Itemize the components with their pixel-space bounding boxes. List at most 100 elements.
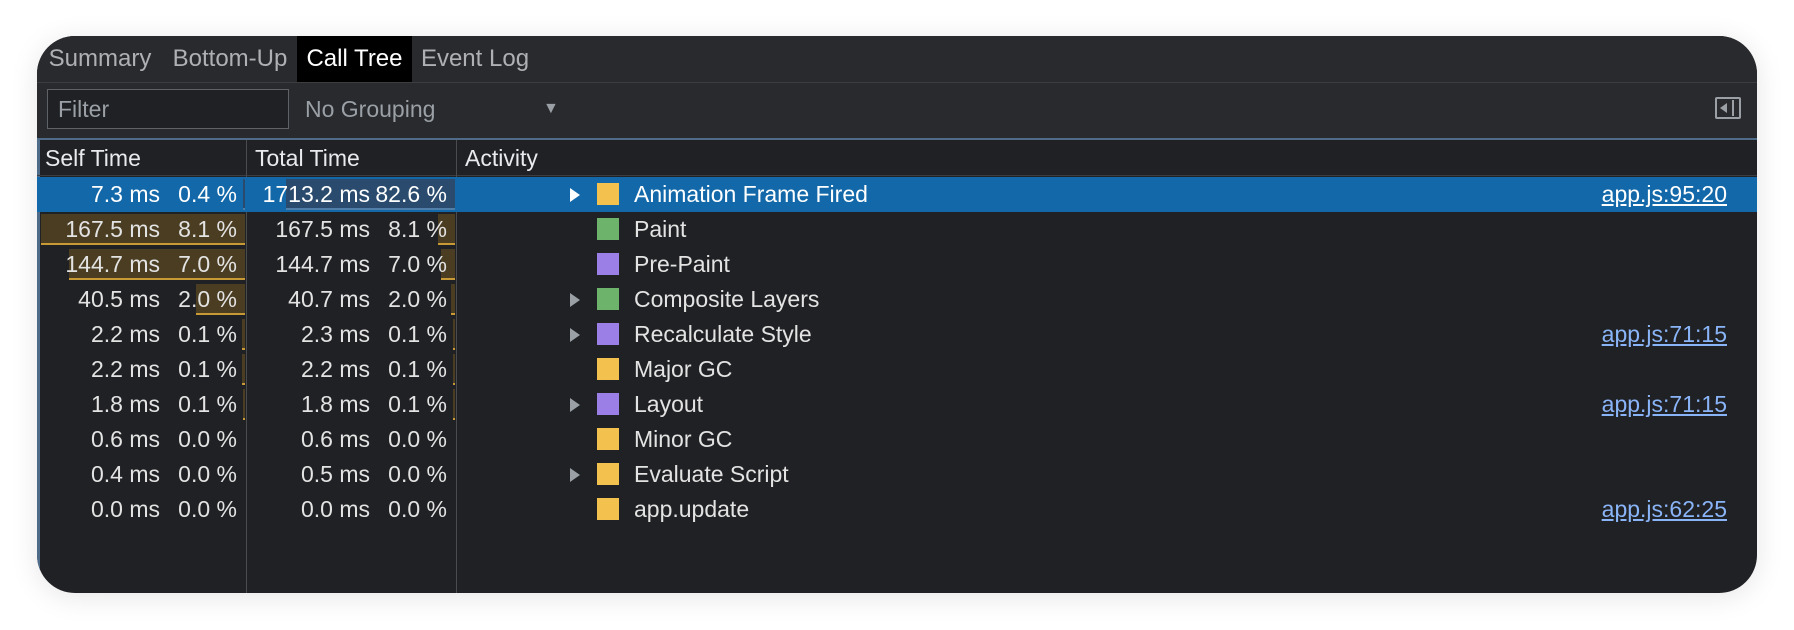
table-row[interactable]: 167.5 ms 8.1 % 167.5 ms 8.1 % Paint [37, 212, 1757, 247]
self-time-percent: 0.0 % [178, 496, 237, 522]
self-time-ms: 167.5 ms [65, 216, 160, 242]
total-time-ms: 1713.2 ms [262, 181, 370, 207]
column-header-activity[interactable]: Activity [457, 140, 1757, 176]
category-color-swatch [597, 428, 619, 450]
total-time-percent: 7.0 % [388, 251, 447, 277]
total-time-percent: 0.0 % [388, 461, 447, 487]
self-time-ms: 7.3 ms [90, 181, 160, 207]
category-color-swatch [597, 183, 619, 205]
self-time-ms: 2.2 ms [90, 356, 160, 382]
table-row[interactable]: 0.0 ms 0.0 % 0.0 ms 0.0 % app.update app.js:6… [37, 492, 1757, 527]
self-time-ms: 1.8 ms [90, 391, 160, 417]
toolbar: No Grouping ▼ [37, 83, 1757, 140]
total-time-heat-bar [453, 319, 455, 350]
category-color-swatch [597, 323, 619, 345]
self-time-percent: 0.1 % [178, 356, 237, 382]
self-time-ms: 2.2 ms [90, 321, 160, 347]
call-tree-panel: Summary Bottom-Up Call Tree Event Log No… [37, 36, 1757, 593]
filter-input[interactable] [47, 89, 289, 129]
self-time-percent: 8.1 % [178, 216, 237, 242]
table-row[interactable]: 0.4 ms 0.0 % 0.5 ms 0.0 % Evaluate Script [37, 457, 1757, 492]
total-time-heat-bar [453, 354, 455, 385]
total-time-percent: 0.1 % [388, 391, 447, 417]
total-time-percent: 0.0 % [388, 426, 447, 452]
grouping-select[interactable]: No Grouping ▼ [305, 89, 595, 129]
table-row[interactable]: 7.3 ms 0.4 % 1713.2 ms 82.6 % Animation Fram… [37, 177, 1757, 212]
total-time-ms: 167.5 ms [275, 216, 370, 242]
total-time-heat-bar [453, 389, 455, 420]
column-header-total-time[interactable]: Total Time [247, 140, 456, 176]
tab-summary[interactable]: Summary [37, 36, 163, 82]
activity-name: Recalculate Style [634, 321, 812, 347]
tab-event-log[interactable]: Event Log [412, 36, 538, 82]
category-color-swatch [597, 498, 619, 520]
sidebar-toggle-icon[interactable] [1715, 97, 1741, 119]
category-color-swatch [597, 393, 619, 415]
category-color-swatch [597, 253, 619, 275]
total-time-ms: 0.0 ms [300, 496, 370, 522]
total-time-ms: 144.7 ms [275, 251, 370, 277]
self-time-percent: 0.1 % [178, 391, 237, 417]
tab-bar: Summary Bottom-Up Call Tree Event Log [37, 36, 1757, 83]
activity-name: Layout [634, 391, 704, 417]
source-link[interactable]: app.js:71:15 [1602, 387, 1727, 422]
self-time-heat-bar [243, 179, 245, 210]
activity-name: Paint [634, 216, 687, 242]
grouping-label: No Grouping [305, 96, 436, 122]
tab-bottom-up[interactable]: Bottom-Up [163, 36, 297, 82]
total-time-ms: 0.5 ms [300, 461, 370, 487]
expand-triangle-icon[interactable] [570, 293, 580, 307]
activity-name: Minor GC [634, 426, 733, 452]
activity-name: app.update [634, 496, 750, 522]
total-time-percent: 8.1 % [388, 216, 447, 242]
source-link[interactable]: app.js:95:20 [1602, 177, 1727, 212]
table-row[interactable]: 2.2 ms 0.1 % 2.2 ms 0.1 % Major GC [37, 352, 1757, 387]
activity-name: Major GC [634, 356, 733, 382]
total-time-ms: 2.2 ms [300, 356, 370, 382]
self-time-percent: 0.1 % [178, 321, 237, 347]
self-time-percent: 0.0 % [178, 461, 237, 487]
self-time-percent: 2.0 % [178, 286, 237, 312]
activity-name: Composite Layers [634, 286, 820, 312]
source-link[interactable]: app.js:62:25 [1602, 492, 1727, 527]
total-time-ms: 0.6 ms [300, 426, 370, 452]
expand-triangle-icon[interactable] [570, 188, 580, 202]
activity-name: Animation Frame Fired [634, 181, 868, 207]
table-row[interactable]: 144.7 ms 7.0 % 144.7 ms 7.0 % Pre-Paint [37, 247, 1757, 282]
tab-call-tree[interactable]: Call Tree [297, 36, 412, 82]
expand-triangle-icon[interactable] [570, 328, 580, 342]
self-time-heat-bar [242, 354, 245, 385]
column-header-self-time[interactable]: Self Time [37, 140, 246, 176]
self-time-ms: 40.5 ms [78, 286, 160, 312]
total-time-percent: 0.1 % [388, 321, 447, 347]
self-time-heat-bar [243, 389, 245, 420]
total-time-percent: 2.0 % [388, 286, 447, 312]
category-color-swatch [597, 288, 619, 310]
total-time-ms: 2.3 ms [300, 321, 370, 347]
activity-name: Evaluate Script [634, 461, 789, 487]
dropdown-caret-icon: ▼ [543, 100, 559, 117]
self-time-heat-bar [242, 319, 245, 350]
self-time-ms: 0.6 ms [90, 426, 160, 452]
total-time-percent: 0.1 % [388, 356, 447, 382]
table-row[interactable]: 40.5 ms 2.0 % 40.7 ms 2.0 % Composite Layers [37, 282, 1757, 317]
total-time-percent: 82.6 % [375, 181, 447, 207]
table-row[interactable]: 0.6 ms 0.0 % 0.6 ms 0.0 % Minor GC [37, 422, 1757, 457]
source-link[interactable]: app.js:71:15 [1602, 317, 1727, 352]
category-color-swatch [597, 358, 619, 380]
table-row[interactable]: 2.2 ms 0.1 % 2.3 ms 0.1 % Recalculate Style a… [37, 317, 1757, 352]
total-time-heat-bar [451, 284, 455, 315]
category-color-swatch [597, 218, 619, 240]
table-row[interactable]: 1.8 ms 0.1 % 1.8 ms 0.1 % Layout app.js:71:15 [37, 387, 1757, 422]
self-time-ms: 144.7 ms [65, 251, 160, 277]
expand-triangle-icon[interactable] [570, 468, 580, 482]
self-time-ms: 0.4 ms [90, 461, 160, 487]
self-time-percent: 7.0 % [178, 251, 237, 277]
activity-name: Pre-Paint [634, 251, 730, 277]
self-time-percent: 0.4 % [178, 181, 237, 207]
call-tree-grid: Self Time Total Time Activity 7.3 ms 0.4 … [37, 140, 1757, 593]
expand-triangle-icon[interactable] [570, 398, 580, 412]
total-time-ms: 1.8 ms [300, 391, 370, 417]
category-color-swatch [597, 463, 619, 485]
total-time-percent: 0.0 % [388, 496, 447, 522]
